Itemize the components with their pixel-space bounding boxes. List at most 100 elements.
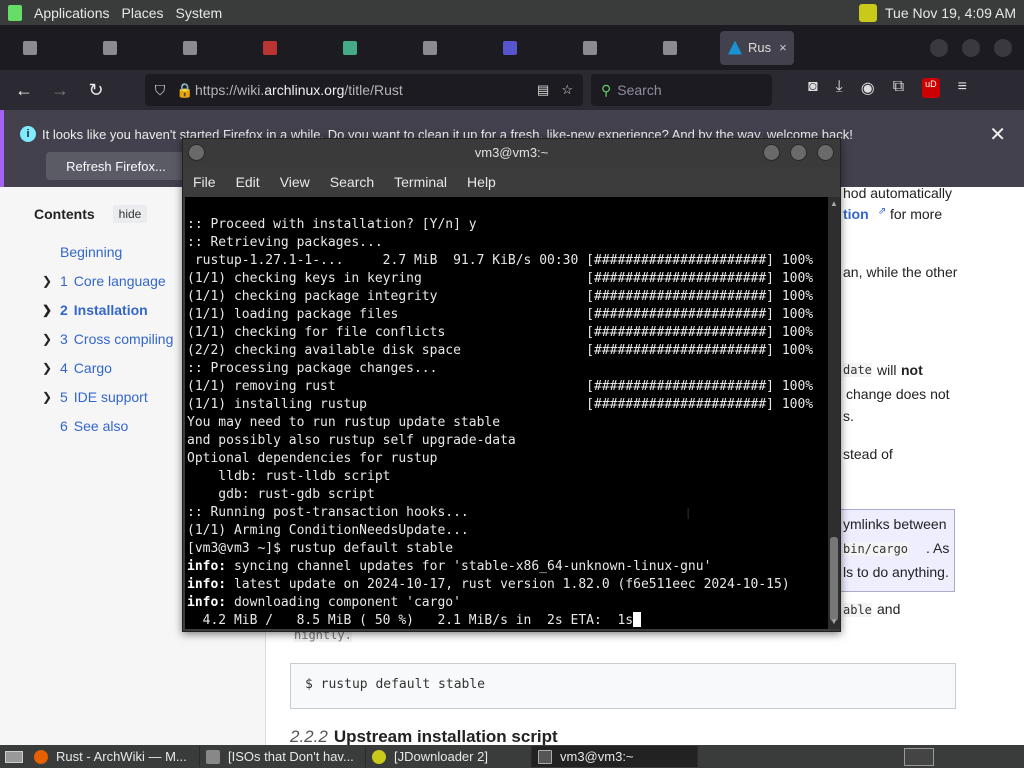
- toc-item-ide-support[interactable]: ❯ 5 IDE support: [34, 382, 184, 411]
- task-firefox[interactable]: Rust - ArchWiki — M...: [28, 746, 200, 767]
- text-cursor: [633, 612, 642, 627]
- terminal-line: and possibly also rustup self upgrade-da…: [187, 433, 516, 448]
- chevron-right-icon[interactable]: ❯: [34, 274, 60, 288]
- menu-search[interactable]: Search: [330, 174, 374, 190]
- menu-terminal[interactable]: Terminal: [394, 174, 447, 190]
- pocket-icon[interactable]: ◙: [808, 78, 818, 98]
- tab-rust-active[interactable]: Rus ×: [720, 30, 794, 65]
- terminal-screen[interactable]: :: Proceed with installation? [Y/n] y ::…: [185, 197, 828, 629]
- system-logo-icon[interactable]: [8, 4, 22, 21]
- url-text[interactable]: https://wiki.archlinux.org/title/Rust: [195, 82, 403, 98]
- forward-arrow-icon[interactable]: →: [42, 80, 78, 101]
- toc-item-installation[interactable]: ❯ 2 Installation: [34, 295, 184, 324]
- refresh-firefox-button[interactable]: Refresh Firefox...: [46, 152, 186, 180]
- article-text: ymlinks between: [843, 516, 947, 532]
- extensions-icon[interactable]: ⧉: [893, 78, 904, 98]
- toc-hide-button[interactable]: hide: [112, 205, 148, 223]
- chevron-right-icon[interactable]: ❯: [34, 361, 60, 375]
- reload-icon[interactable]: ↻: [78, 80, 114, 101]
- downloads-icon[interactable]: ⤓: [836, 78, 843, 98]
- terminal-line: (1/1) checking keys in keyring [########…: [187, 271, 814, 286]
- places-menu[interactable]: Places: [122, 5, 164, 21]
- system-menu[interactable]: System: [176, 5, 223, 21]
- tracking-shield-icon[interactable]: ⛉: [145, 82, 175, 99]
- minimize-button[interactable]: [763, 144, 780, 161]
- jdownloader-icon: [372, 749, 386, 764]
- tab-4[interactable]: [240, 31, 320, 65]
- scroll-up-icon[interactable]: ▲: [830, 199, 838, 208]
- toc-item-see-also[interactable]: 6 See also: [34, 411, 184, 440]
- terminal-scrollbar[interactable]: ▲ ▼: [828, 197, 840, 629]
- task-isos[interactable]: [ISOs that Don't hav...: [200, 746, 366, 767]
- chevron-right-icon[interactable]: ❯: [34, 390, 60, 404]
- terminal-icon: [538, 749, 552, 764]
- applications-menu[interactable]: Applications: [34, 5, 110, 21]
- ublock-icon[interactable]: uD: [922, 78, 940, 98]
- search-engine-icon[interactable]: ⚲: [601, 82, 611, 99]
- inline-code: date: [843, 363, 872, 377]
- article-text: for more: [890, 206, 943, 222]
- menu-help[interactable]: Help: [467, 174, 496, 190]
- window-menu-button[interactable]: [188, 144, 205, 161]
- chevron-right-icon[interactable]: ❯: [34, 303, 60, 317]
- tab-8[interactable]: [560, 31, 640, 65]
- tray-app-icon[interactable]: [859, 3, 877, 22]
- terminal-line: (1/1) installing rustup [###############…: [187, 397, 814, 412]
- tab-2[interactable]: [80, 31, 160, 65]
- terminal-line: lldb: rust-lldb script: [187, 469, 391, 484]
- toc-item-cargo[interactable]: ❯ 4 Cargo: [34, 353, 184, 382]
- close-window-button[interactable]: [994, 38, 1012, 57]
- article-text: an, while the other: [843, 264, 958, 280]
- task-terminal[interactable]: vm3@vm3:~: [532, 746, 698, 767]
- tab-favicon-icon: [23, 40, 37, 55]
- tab-favicon-icon: [503, 40, 517, 55]
- toc-item-beginning[interactable]: Beginning: [34, 237, 184, 266]
- menu-hamburger-icon[interactable]: ≡: [958, 78, 967, 98]
- account-icon[interactable]: ◉: [861, 78, 875, 98]
- maximize-button[interactable]: [962, 38, 980, 57]
- terminal-line: (1/1) checking for file conflicts [#####…: [187, 325, 814, 340]
- toc-item-core-language[interactable]: ❯ 1 Core language: [34, 266, 184, 295]
- url-bar[interactable]: ⛉ 🔒 https://wiki.archlinux.org/title/Rus…: [145, 74, 583, 106]
- task-jdownloader[interactable]: [JDownloader 2]: [366, 746, 532, 767]
- scrollbar-thumb[interactable]: [830, 537, 838, 621]
- close-icon[interactable]: ✕: [989, 122, 1006, 147]
- scroll-down-icon[interactable]: ▼: [830, 617, 838, 626]
- toc-title: Contents: [34, 206, 95, 222]
- terminal-line: Optional dependencies for rustup: [187, 451, 438, 466]
- workspace-switcher[interactable]: [904, 747, 934, 766]
- back-arrow-icon[interactable]: ←: [6, 80, 42, 101]
- bookmark-star-icon[interactable]: ☆: [561, 82, 573, 98]
- tab-6[interactable]: [400, 31, 480, 65]
- chevron-right-icon[interactable]: ❯: [34, 332, 60, 346]
- terminal-info-line: info: syncing channel updates for 'stabl…: [187, 559, 712, 574]
- terminal-line: :: Processing package changes...: [187, 361, 438, 376]
- tab-9[interactable]: [640, 31, 720, 65]
- minimize-button[interactable]: [930, 38, 948, 57]
- maximize-button[interactable]: [790, 144, 807, 161]
- clock[interactable]: Tue Nov 19, 4:09 AM: [885, 5, 1016, 21]
- close-window-button[interactable]: [817, 144, 834, 161]
- lock-icon[interactable]: 🔒: [175, 82, 195, 99]
- folder-icon: [206, 749, 220, 764]
- top-panel: Applications Places System Tue Nov 19, 4…: [0, 0, 1024, 25]
- menu-edit[interactable]: Edit: [236, 174, 260, 190]
- toc-item-cross-compiling[interactable]: ❯ 3 Cross compiling: [34, 324, 184, 353]
- menu-view[interactable]: View: [280, 174, 310, 190]
- terminal-titlebar[interactable]: vm3@vm3:~: [183, 139, 840, 167]
- menu-file[interactable]: File: [193, 174, 216, 190]
- article-link[interactable]: tion: [843, 206, 869, 222]
- tab-1[interactable]: [0, 31, 80, 65]
- tab-5[interactable]: [320, 31, 400, 65]
- url-actions: ▤ ☆: [537, 82, 573, 98]
- tab-3[interactable]: [160, 31, 240, 65]
- reader-view-icon[interactable]: ▤: [537, 82, 549, 98]
- show-desktop-button[interactable]: [0, 746, 28, 767]
- terminal-line: gdb: rust-gdb script: [187, 487, 375, 502]
- tab-7[interactable]: [480, 31, 560, 65]
- search-input[interactable]: ⚲ Search: [591, 74, 772, 106]
- tab-close-icon[interactable]: ×: [779, 40, 787, 55]
- tab-favicon-icon: [423, 40, 437, 55]
- tab-favicon-icon: [583, 40, 597, 55]
- terminal-line: (2/2) checking available disk space [###…: [187, 343, 814, 358]
